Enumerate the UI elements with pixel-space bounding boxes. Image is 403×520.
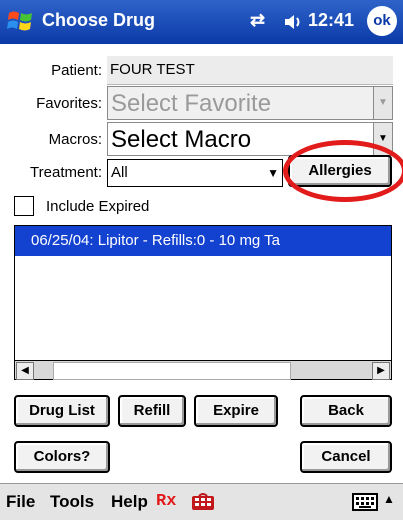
cancel-button[interactable]: Cancel bbox=[300, 441, 392, 473]
macros-value: Select Macro bbox=[111, 126, 252, 153]
back-button[interactable]: Back bbox=[300, 395, 392, 427]
scroll-left-icon[interactable]: ◀ bbox=[16, 362, 34, 380]
color-palette-icon[interactable] bbox=[190, 492, 216, 512]
keyboard-icon[interactable] bbox=[352, 493, 378, 511]
menu-bar: File Tools Help Rx ▲ bbox=[0, 483, 403, 520]
chevron-down-icon[interactable]: ▼ bbox=[267, 166, 279, 180]
chevron-down-icon[interactable]: ▼ bbox=[373, 123, 392, 155]
menu-help[interactable]: Help bbox=[111, 492, 148, 512]
list-item[interactable]: 06/25/04: Lipitor - Refills:0 - 10 mg Ta bbox=[15, 226, 391, 256]
favorites-select[interactable]: Select Favorite ▼ bbox=[107, 86, 393, 120]
clock-time[interactable]: 12:41 bbox=[308, 10, 354, 31]
treatment-label: Treatment: bbox=[30, 164, 102, 181]
connectivity-icon[interactable]: ⇄ bbox=[250, 10, 265, 31]
patient-value: FOUR TEST bbox=[110, 61, 195, 78]
scroll-right-icon[interactable]: ▶ bbox=[372, 362, 390, 380]
treatment-select[interactable]: All ▼ bbox=[107, 159, 283, 187]
macros-select[interactable]: Select Macro ▼ bbox=[107, 122, 393, 156]
include-expired-label[interactable]: Include Expired bbox=[46, 198, 149, 215]
expire-button[interactable]: Expire bbox=[194, 395, 278, 427]
favorites-label: Favorites: bbox=[36, 95, 102, 112]
drug-list[interactable]: 06/25/04: Lipitor - Refills:0 - 10 mg Ta bbox=[14, 225, 392, 380]
menu-rx[interactable]: Rx bbox=[156, 492, 176, 511]
macros-label: Macros: bbox=[48, 131, 102, 148]
refill-button[interactable]: Refill bbox=[118, 395, 186, 427]
chevron-down-icon[interactable]: ▼ bbox=[373, 87, 392, 119]
allergies-button[interactable]: Allergies bbox=[288, 155, 392, 187]
scroll-thumb[interactable] bbox=[53, 362, 291, 380]
menu-tools[interactable]: Tools bbox=[50, 492, 94, 512]
drug-list-button[interactable]: Drug List bbox=[14, 395, 110, 427]
windows-start-icon[interactable] bbox=[6, 7, 36, 37]
favorites-value: Select Favorite bbox=[111, 90, 272, 117]
title-bar: Choose Drug ⇄ 12:41 ok bbox=[0, 0, 403, 44]
input-panel-arrow-icon[interactable]: ▲ bbox=[383, 492, 395, 506]
window-title: Choose Drug bbox=[42, 10, 156, 30]
horizontal-scrollbar[interactable]: ◀ ▶ bbox=[14, 360, 392, 380]
treatment-value: All bbox=[111, 164, 128, 181]
include-expired-checkbox[interactable] bbox=[14, 196, 34, 216]
ok-button[interactable]: ok bbox=[367, 6, 397, 36]
patient-label: Patient: bbox=[51, 62, 102, 79]
volume-icon[interactable] bbox=[282, 11, 304, 33]
patient-field: FOUR TEST bbox=[107, 56, 393, 85]
colors-button[interactable]: Colors? bbox=[14, 441, 110, 473]
menu-file[interactable]: File bbox=[6, 492, 35, 512]
